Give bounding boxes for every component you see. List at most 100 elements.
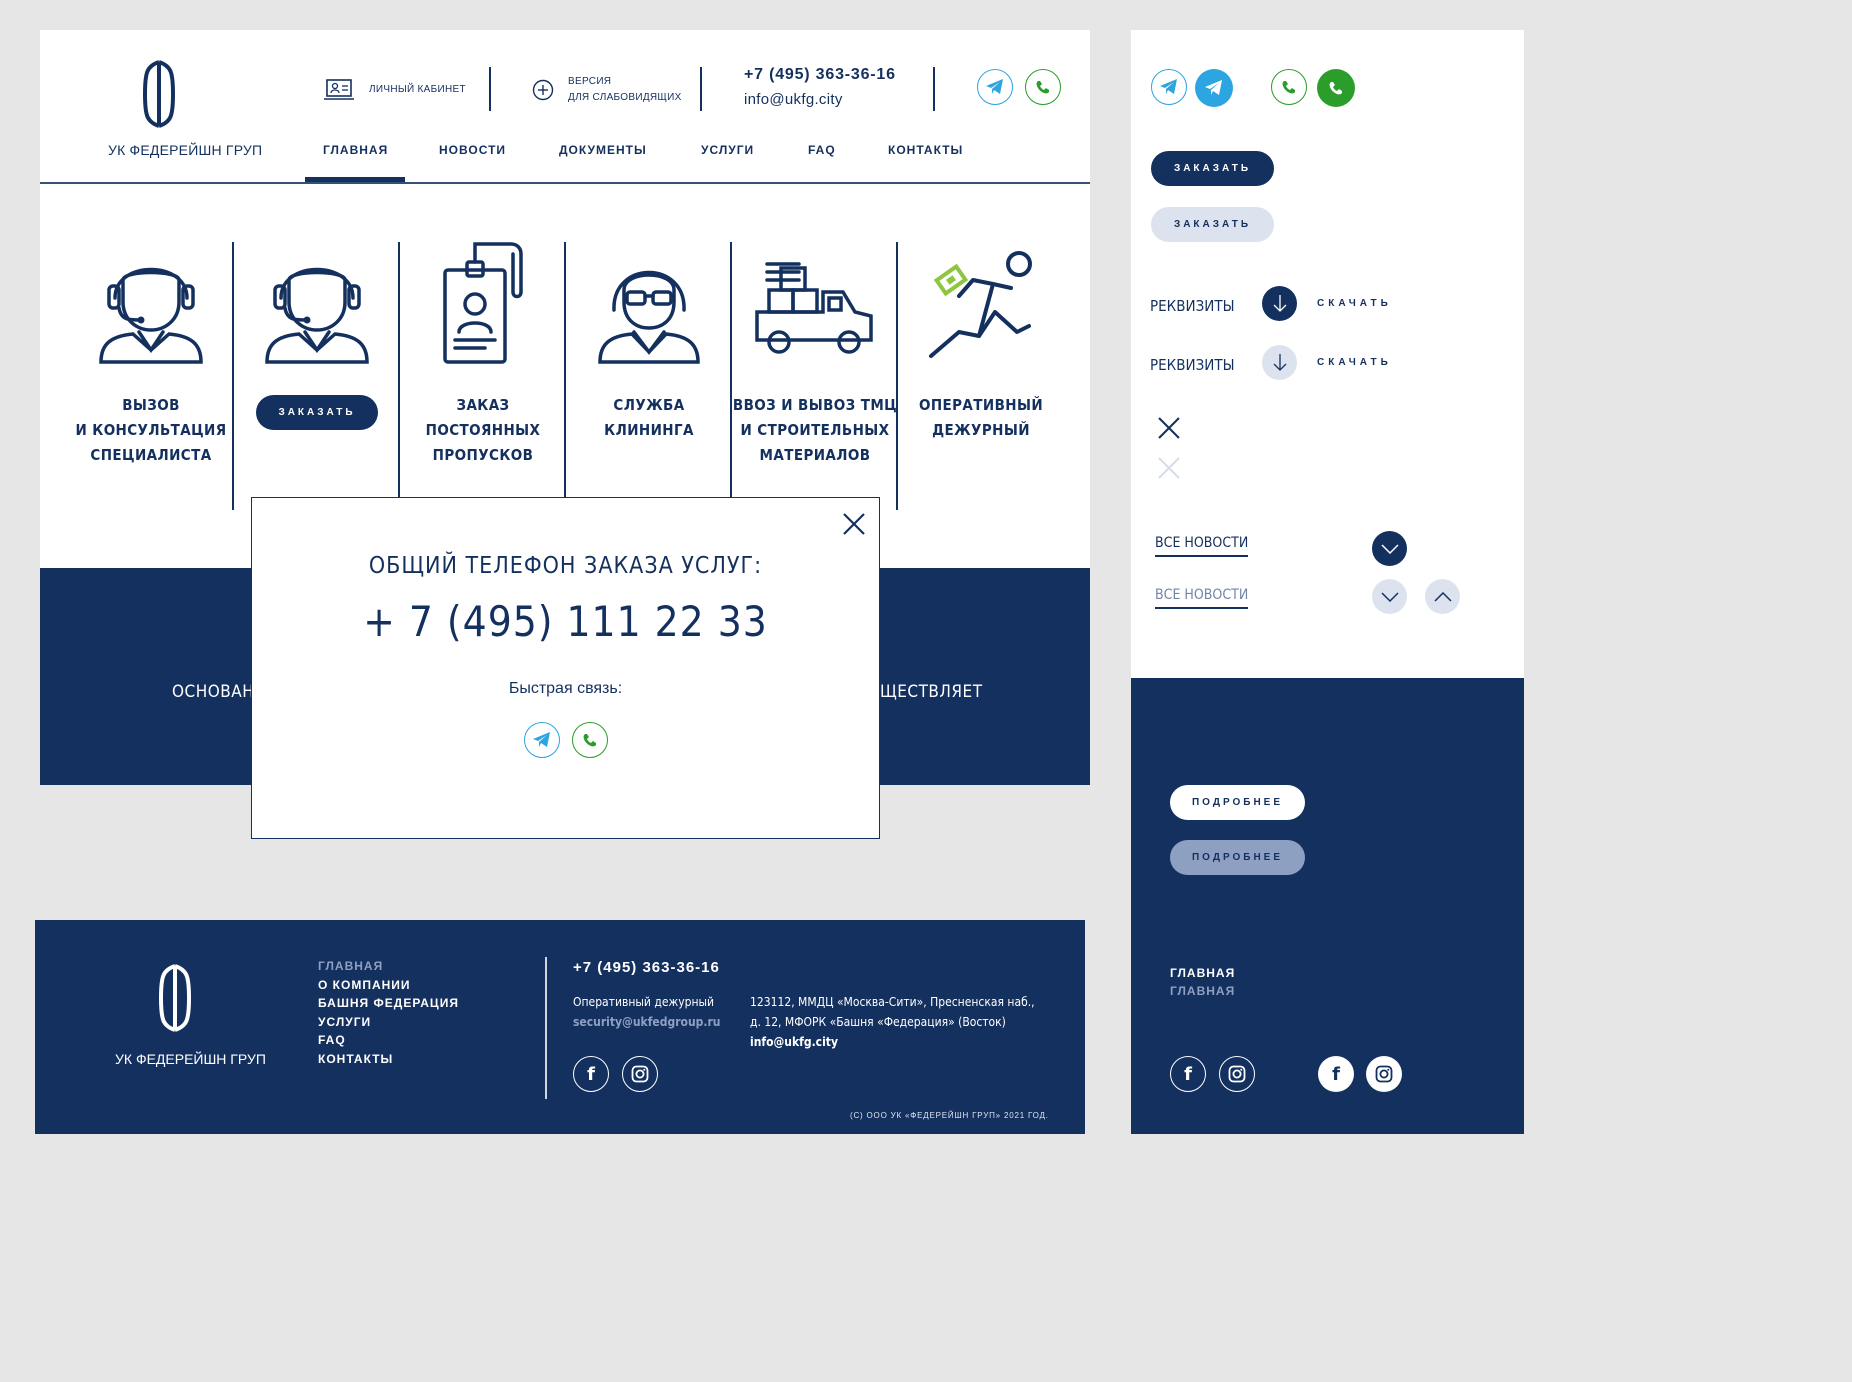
modal-title: ОБЩИЙ ТЕЛЕФОН ЗАКАЗА УСЛУГ: <box>368 553 763 579</box>
telegram-icon <box>532 732 550 747</box>
close-icon-disabled[interactable] <box>1157 456 1181 480</box>
close-icon[interactable] <box>842 512 866 536</box>
laptop-user-icon <box>324 79 354 100</box>
nav-services[interactable]: УСЛУГИ <box>701 143 754 157</box>
order-button[interactable]: ЗАКАЗАТЬ <box>1151 151 1274 186</box>
footer-duty-label: Оперативный дежурный <box>573 995 715 1009</box>
header-email[interactable]: info@ukfg.city <box>744 91 843 108</box>
nav-documents[interactable]: ДОКУМЕНТЫ <box>559 143 647 157</box>
personal-cabinet-link[interactable]: ЛИЧНЫЙ КАБИНЕТ <box>323 78 466 102</box>
whatsapp-button[interactable] <box>1271 69 1307 105</box>
footer-link-home[interactable]: ГЛАВНАЯ <box>318 957 459 976</box>
service-card[interactable]: ОПЕРАТИВНЫЙ ДЕЖУРНЫЙ <box>898 240 1064 443</box>
header-divider <box>489 67 491 111</box>
service-title-line: И КОНСУЛЬТАЦИЯ <box>75 421 227 439</box>
scroll-down-button[interactable] <box>1372 531 1407 566</box>
logo-text: УК ФЕДЕРЕЙШН ГРУП <box>108 142 263 158</box>
footer-link-contacts[interactable]: КОНТАКТЫ <box>318 1050 459 1069</box>
quick-contact-label: Быстрая связь: <box>508 680 623 697</box>
service-title-line: ОПЕРАТИВНЫЙ <box>918 396 1044 414</box>
nav-faq[interactable]: FAQ <box>808 143 836 157</box>
service-title-line: ЗАКАЗ ПОСТОЯННЫХ <box>425 396 541 439</box>
requisites-label: РЕКВИЗИТЫ <box>1150 297 1235 315</box>
header-phone[interactable]: +7 (495) 363-36-16 <box>744 66 896 84</box>
download-button[interactable] <box>1262 286 1297 321</box>
service-title-line: КЛИНИНГА <box>604 421 694 439</box>
visually-impaired-line1: ВЕРСИЯ <box>568 76 612 87</box>
order-button[interactable]: ЗАКАЗАТЬ <box>256 395 378 430</box>
all-news-link[interactable]: ВСЕ НОВОСТИ <box>1155 535 1249 557</box>
whatsapp-button-active[interactable] <box>1317 69 1355 107</box>
chevron-down-icon <box>1380 591 1399 602</box>
footer-link-home[interactable]: ГЛАВНАЯ <box>1170 966 1235 980</box>
whatsapp-button[interactable] <box>1025 69 1061 105</box>
download-label[interactable]: СКАЧАТЬ <box>1317 298 1392 309</box>
footer-link-faq[interactable]: FAQ <box>318 1031 459 1050</box>
scroll-up-button-light[interactable] <box>1425 579 1460 614</box>
telegram-button[interactable] <box>523 722 560 758</box>
logo-icon[interactable] <box>157 962 197 1034</box>
facebook-button[interactable]: f <box>573 1056 609 1092</box>
instagram-button[interactable] <box>622 1056 658 1092</box>
telegram-icon <box>1160 79 1177 94</box>
footer-link-services[interactable]: УСЛУГИ <box>318 1013 459 1032</box>
order-phone-modal: ОБЩИЙ ТЕЛЕФОН ЗАКАЗА УСЛУГ: + 7 (495) 11… <box>251 497 880 839</box>
order-button-disabled[interactable]: ЗАКАЗАТЬ <box>1151 207 1274 242</box>
footer-duty-email[interactable]: security@ukfedgroup.ru <box>573 1015 720 1029</box>
facebook-icon: f <box>587 1063 595 1085</box>
modal-phone[interactable]: + 7 (495) 111 22 33 <box>252 597 879 646</box>
service-title-line: ВВОЗ И ВЫВОЗ ТМЦ <box>732 396 898 414</box>
download-label[interactable]: СКАЧАТЬ <box>1317 357 1392 368</box>
download-arrow-icon <box>1273 294 1286 312</box>
more-button[interactable]: ПОДРОБНЕЕ <box>1170 785 1305 820</box>
visually-impaired-link[interactable]: ВЕРСИЯ ДЛЯ СЛАБОВИДЯЩИХ <box>532 74 682 106</box>
footer: УК ФЕДЕРЕЙШН ГРУП ГЛАВНАЯ О КОМПАНИИ БАШ… <box>35 920 1085 1134</box>
service-title-line: СПЕЦИАЛИСТА <box>90 446 212 464</box>
styleguide-dark-section: ПОДРОБНЕЕ ПОДРОБНЕЕ ГЛАВНАЯ ГЛАВНАЯ f f <box>1131 678 1524 1134</box>
instagram-button-active[interactable] <box>1366 1056 1402 1092</box>
nav-news[interactable]: НОВОСТИ <box>439 143 506 157</box>
facebook-icon: f <box>1184 1063 1192 1085</box>
footer-link-home-hover[interactable]: ГЛАВНАЯ <box>1170 984 1235 998</box>
whatsapp-icon <box>1282 81 1295 94</box>
footer-divider <box>545 957 547 1099</box>
service-title-line: ПРОПУСКОВ <box>432 446 534 464</box>
instagram-button[interactable] <box>1219 1056 1255 1092</box>
download-arrow-icon <box>1273 353 1286 371</box>
more-button-hover[interactable]: ПОДРОБНЕЕ <box>1170 840 1305 875</box>
service-card[interactable]: ВВОЗ И ВЫВОЗ ТМЦ И СТРОИТЕЛЬНЫХ МАТЕРИАЛ… <box>732 240 898 468</box>
service-card[interactable]: ВЫЗОВ И КОНСУЛЬТАЦИЯ СПЕЦИАЛИСТА <box>68 240 234 468</box>
close-icon[interactable] <box>1157 416 1181 440</box>
telegram-button[interactable] <box>977 69 1013 105</box>
nav-home[interactable]: ГЛАВНАЯ <box>323 143 388 157</box>
footer-link-tower[interactable]: БАШНЯ ФЕДЕРАЦИЯ <box>318 994 459 1013</box>
service-card[interactable]: СЛУЖБА КЛИНИНГА <box>566 240 732 443</box>
nav-contacts[interactable]: КОНТАКТЫ <box>888 143 963 157</box>
instagram-icon <box>631 1065 649 1083</box>
scroll-down-button-light[interactable] <box>1372 579 1407 614</box>
footer-email[interactable]: info@ukfg.city <box>750 1035 838 1049</box>
visually-impaired-line2: ДЛЯ СЛАБОВИДЯЩИХ <box>568 92 682 103</box>
download-button-hover[interactable] <box>1262 345 1297 380</box>
service-card[interactable]: ЗАКАЗАТЬ <box>234 240 400 430</box>
header-divider <box>933 67 935 111</box>
chevron-up-icon <box>1433 591 1452 602</box>
footer-link-about[interactable]: О КОМПАНИИ <box>318 976 459 995</box>
chevron-down-icon <box>1380 543 1399 554</box>
running-man-icon <box>929 251 1032 358</box>
telegram-button[interactable] <box>1151 69 1187 105</box>
service-title-line: ДЕЖУРНЫЙ <box>932 421 1030 439</box>
all-news-link-hover[interactable]: ВСЕ НОВОСТИ <box>1155 587 1249 609</box>
telegram-button-active[interactable] <box>1195 69 1233 107</box>
facebook-button[interactable]: f <box>1170 1056 1206 1092</box>
footer-phone[interactable]: +7 (495) 363-36-16 <box>573 959 720 976</box>
service-card[interactable]: ЗАКАЗ ПОСТОЯННЫХ ПРОПУСКОВ <box>400 240 566 468</box>
whatsapp-button[interactable] <box>571 722 608 758</box>
whatsapp-icon <box>1036 81 1049 94</box>
logo[interactable] <box>105 58 235 135</box>
facebook-icon: f <box>1332 1063 1340 1085</box>
facebook-button-active[interactable]: f <box>1318 1056 1354 1092</box>
service-title-line: МАТЕРИАЛОВ <box>759 446 871 464</box>
footer-address-line: д. 12, МФОРК «Башня «Федерация» (Восток) <box>750 1015 1006 1029</box>
woman-glasses-icon <box>598 270 700 364</box>
